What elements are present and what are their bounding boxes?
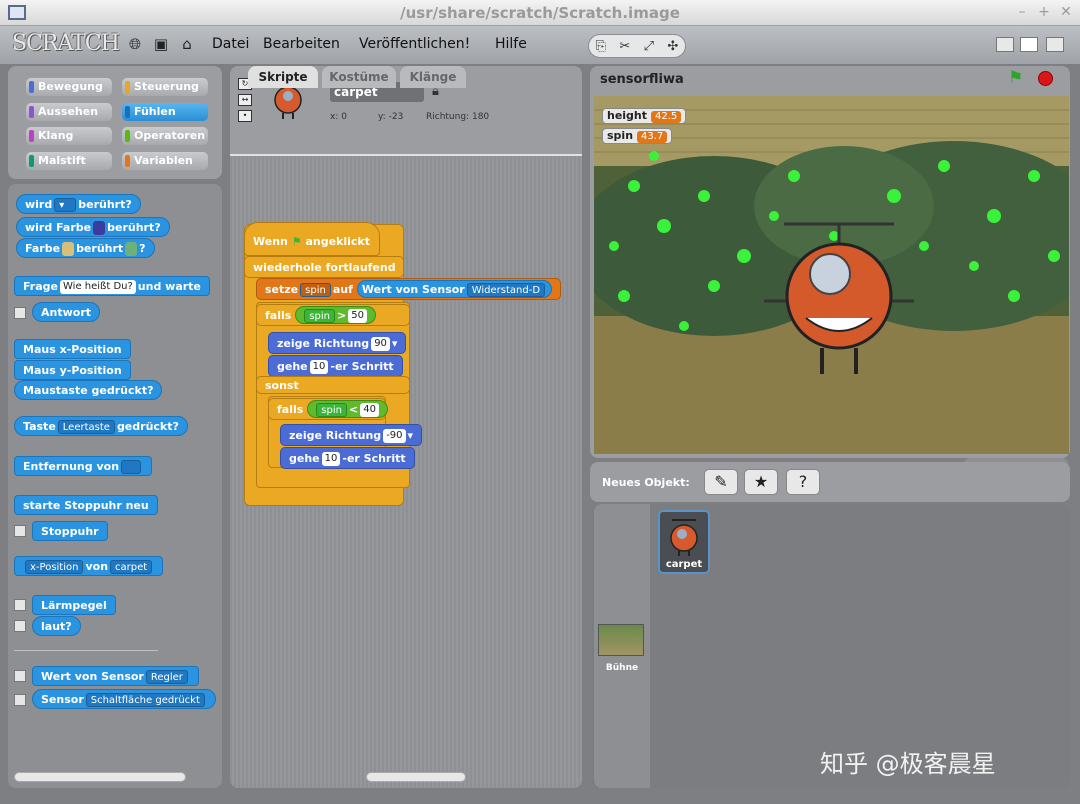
scratch-logo: SCRATCH (12, 31, 120, 56)
watermark: 知乎 @极客晨星 (820, 750, 996, 778)
paint-new-sprite-button[interactable]: ✎ (704, 469, 738, 495)
monitor-spin[interactable]: spin 43.7 (602, 128, 673, 144)
block-sensor[interactable]: Sensor Schaltfläche gedrückt (32, 689, 216, 709)
category-steuerung[interactable]: Steuerung (122, 78, 208, 96)
stage-thumb-label: Bühne (605, 663, 639, 673)
loud-checkbox[interactable] (14, 620, 26, 632)
hat-green-flag[interactable]: Wenn ⚑ angeklickt (244, 222, 380, 256)
stage-thumbnail[interactable] (598, 624, 644, 656)
block-point-direction-1[interactable]: zeige Richtung 90 ▾ (268, 332, 407, 354)
small-stage-icon[interactable] (996, 37, 1014, 52)
timer-checkbox[interactable] (14, 525, 26, 537)
delete-icon[interactable]: ✂ (619, 39, 630, 54)
block-answer[interactable]: Antwort (32, 302, 101, 322)
block-attribute-of[interactable]: x-Position von carpet (14, 556, 164, 576)
menu-hilfe[interactable]: Hilfe (495, 36, 527, 52)
menu-datei[interactable]: Datei (212, 36, 249, 52)
block-set-variable[interactable]: setze spin auf Wert von Sensor Widerstand-D (256, 278, 562, 300)
green-flag-icon: ⚑ (291, 235, 302, 248)
close-button[interactable]: ✕ (1058, 4, 1074, 20)
stage-thumb-column: Bühne (594, 504, 650, 788)
block-ask[interactable]: Frage Wie heißt Du? und warte (14, 276, 210, 296)
grow-icon[interactable]: ⤢ (644, 39, 654, 54)
block-move-2[interactable]: gehe 10 -er Schritt (280, 447, 415, 469)
block-if-1[interactable]: falls spin >50 (256, 304, 410, 326)
normal-stage-icon[interactable] (1020, 37, 1038, 52)
block-palette: wird ▾ berührt? wird Farbe berührt? Farbe b… (8, 184, 222, 788)
menu-veroeffentlichen[interactable]: Veröffentlichen! (359, 36, 470, 52)
project-title: sensorfliwa (600, 72, 684, 87)
category-aussehen[interactable]: Aussehen (26, 103, 112, 121)
block-forever[interactable]: wiederhole fortlaufend (244, 256, 404, 278)
category-malstift[interactable]: Malstift (26, 152, 112, 170)
sprite-direction-readout: Richtung: 180 (426, 112, 490, 122)
block-loud[interactable]: laut? (32, 616, 81, 636)
stop-button[interactable] (1038, 71, 1053, 86)
presentation-icon[interactable] (1046, 37, 1064, 52)
sprite-x-readout: x: 0 (330, 112, 347, 122)
tab-kostueme[interactable]: Kostüme (322, 66, 396, 88)
sprite-tile-thumb (670, 519, 698, 556)
save-icon[interactable]: ▣ (152, 35, 170, 53)
sprite-y-readout: y: -23 (378, 112, 404, 122)
category-panel: Bewegung Steuerung Aussehen Fühlen Klang… (8, 66, 222, 179)
tab-klaenge[interactable]: Klänge (400, 66, 466, 88)
shrink-icon[interactable]: ✣ (667, 39, 678, 54)
category-klang[interactable]: Klang (26, 127, 112, 145)
share-icon[interactable]: ⌂ (178, 35, 196, 53)
new-sprite-label: Neues Objekt: (602, 476, 690, 489)
category-variablen[interactable]: Variablen (122, 152, 208, 170)
block-key-pressed[interactable]: Taste Leertaste gedrückt? (14, 416, 188, 436)
answer-checkbox[interactable] (14, 307, 26, 319)
monitor-height[interactable]: height 42.5 (602, 108, 687, 124)
stage[interactable]: height 42.5 spin 43.7 (594, 96, 1069, 454)
block-mouse-down[interactable]: Maustaste gedrückt? (14, 380, 163, 400)
loudness-checkbox[interactable] (14, 599, 26, 611)
block-point-direction-2[interactable]: zeige Richtung -90 ▾ (280, 424, 423, 446)
block-if-2[interactable]: falls spin <40 (268, 398, 388, 420)
menu-bar: SCRATCH 🌐︎ ▣ ⌂ Datei Bearbeiten Veröffen… (0, 26, 1080, 64)
sprite-tile-carpet[interactable]: carpet (658, 510, 710, 574)
palette-divider (14, 650, 158, 651)
new-sprite-bar: Neues Objekt: ✎ ★ ? (590, 462, 1070, 502)
sprite-tools: ⎘ ✂ ⤢ ✣ (588, 34, 686, 58)
block-move-1[interactable]: gehe 10 -er Schritt (268, 355, 403, 377)
block-timer[interactable]: Stoppuhr (32, 521, 108, 541)
category-bewegung[interactable]: Bewegung (26, 78, 112, 96)
window-title-bar: /usr/share/scratch/Scratch.image – + ✕ (0, 0, 1080, 26)
rotate-style-flip-icon[interactable]: ↔ (238, 94, 252, 106)
block-else[interactable]: sonst (256, 376, 410, 394)
menu-bearbeiten[interactable]: Bearbeiten (263, 36, 340, 52)
minimize-button[interactable]: – (1014, 4, 1030, 20)
block-mouse-x[interactable]: Maus x-Position (14, 339, 131, 359)
maximize-button[interactable]: + (1036, 4, 1052, 20)
block-distance[interactable]: Entfernung von (14, 456, 153, 476)
block-touching-color[interactable]: wird Farbe berührt? (16, 217, 170, 237)
category-fuehlen[interactable]: Fühlen (122, 103, 208, 121)
sensor-checkbox[interactable] (14, 694, 26, 706)
random-sprite-button[interactable]: ? (786, 469, 820, 495)
ask-input[interactable]: Wie heißt Du? (60, 280, 136, 294)
choose-sprite-button[interactable]: ★ (744, 469, 778, 495)
window-title: /usr/share/scratch/Scratch.image (400, 4, 680, 22)
sprite-tile-label: carpet (665, 559, 703, 570)
rotate-style-none-icon[interactable]: • (238, 110, 252, 122)
block-sensor-value[interactable]: Wert von Sensor Regler (32, 666, 199, 686)
category-operatoren[interactable]: Operatoren (122, 127, 208, 145)
duplicate-icon[interactable]: ⎘ (596, 39, 606, 54)
block-touching[interactable]: wird ▾ berührt? (16, 194, 141, 214)
tab-skripte[interactable]: Skripte (248, 66, 318, 88)
globe-icon[interactable]: 🌐︎ (126, 35, 144, 53)
scripts-scrollbar[interactable] (366, 772, 466, 782)
block-reset-timer[interactable]: starte Stoppuhr neu (14, 495, 158, 515)
sensor-value-checkbox[interactable] (14, 670, 26, 682)
stage-backdrop (594, 96, 1069, 454)
palette-scrollbar[interactable] (14, 772, 186, 782)
block-color-touching[interactable]: Farbe berührt? (16, 238, 155, 258)
block-loudness[interactable]: Lärmpegel (32, 595, 116, 615)
block-mouse-y[interactable]: Maus y-Position (14, 360, 131, 380)
scripts-area: Wenn ⚑ angeklickt wiederhole fortlaufend… (230, 156, 582, 788)
green-flag-button[interactable]: ⚑ (1008, 68, 1023, 88)
